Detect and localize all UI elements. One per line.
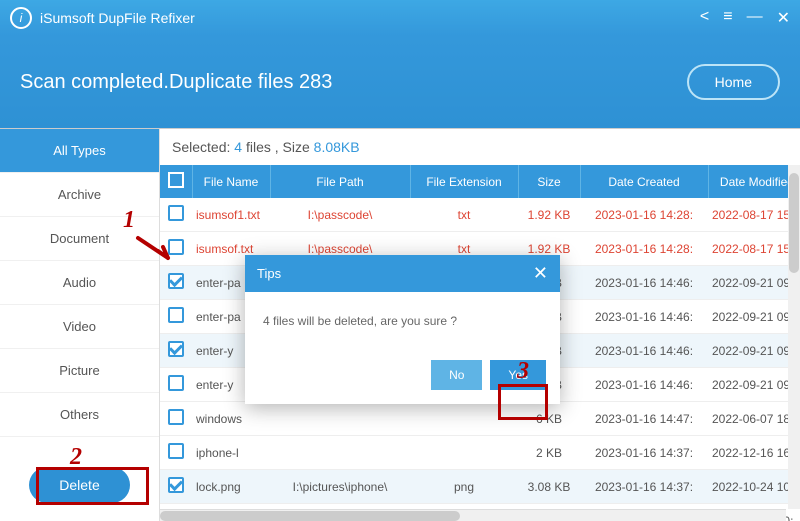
cell-ext (410, 402, 518, 436)
horizontal-scrollbar[interactable] (160, 509, 786, 521)
dialog-no-button[interactable]: No (431, 360, 482, 390)
select-all-checkbox[interactable] (168, 172, 184, 188)
row-checkbox[interactable] (168, 205, 184, 221)
cell-size: 1.92 KB (518, 198, 580, 232)
cell-ext: txt (410, 198, 518, 232)
cell-ext (410, 436, 518, 470)
row-checkbox[interactable] (168, 477, 184, 493)
status-bar: Scan completed.Duplicate files 283 Home (0, 36, 800, 128)
cell-created: 2023-01-16 14:46: (580, 368, 708, 402)
dialog-close-icon[interactable]: ✕ (533, 263, 548, 284)
cell-modified: 2022-09-21 09: (708, 334, 800, 368)
row-checkbox[interactable] (168, 375, 184, 391)
cell-modified: 2022-08-17 15: (708, 198, 800, 232)
cell-path (270, 402, 410, 436)
sidebar-item-audio[interactable]: Audio (0, 261, 159, 305)
table-row[interactable]: windows 6 KB2023-01-16 14:47:2022-06-07 1… (160, 402, 800, 436)
app-title: iSumsoft DupFile Refixer (40, 10, 700, 26)
selected-prefix: Selected: (172, 139, 234, 155)
window-controls: < ≡ — ✕ (700, 8, 790, 28)
dialog-title-text: Tips (257, 266, 281, 281)
cell-filename: windows (192, 402, 270, 436)
selected-count: 4 (234, 139, 242, 155)
sidebar-item-video[interactable]: Video (0, 305, 159, 349)
col-ext[interactable]: File Extension (410, 165, 518, 198)
row-checkbox[interactable] (168, 273, 184, 289)
dialog-titlebar: Tips ✕ (245, 255, 560, 292)
selected-middle: files , Size (242, 139, 314, 155)
col-modified[interactable]: Date Modified (708, 165, 800, 198)
cell-created: 2023-01-16 14:46: (580, 300, 708, 334)
row-checkbox[interactable] (168, 239, 184, 255)
cell-modified: 2022-06-07 18: (708, 402, 800, 436)
cell-path: I:\passcode\ (270, 198, 410, 232)
table-header-row: File Name File Path File Extension Size … (160, 165, 800, 198)
sidebar-item-picture[interactable]: Picture (0, 349, 159, 393)
cell-modified: 2022-08-17 15: (708, 232, 800, 266)
cell-created: 2023-01-16 14:46: (580, 266, 708, 300)
cell-path (270, 436, 410, 470)
scan-status-text: Scan completed.Duplicate files 283 (20, 71, 687, 94)
cell-created: 2023-01-16 14:28: (580, 232, 708, 266)
cell-modified: 2022-12-16 16: (708, 436, 800, 470)
table-row[interactable]: iphone-l 2 KB2023-01-16 14:37:2022-12-16 … (160, 436, 800, 470)
close-icon[interactable]: ✕ (777, 8, 790, 28)
confirm-dialog: Tips ✕ 4 files will be deleted, are you … (245, 255, 560, 404)
app-logo-icon: i (10, 7, 32, 29)
row-checkbox[interactable] (168, 307, 184, 323)
menu-icon[interactable]: ≡ (723, 8, 732, 28)
share-icon[interactable]: < (700, 8, 709, 28)
header-checkbox-cell[interactable] (160, 165, 192, 198)
cell-modified: 2022-09-21 09: (708, 368, 800, 402)
sidebar-item-all-types[interactable]: All Types (0, 129, 159, 173)
sidebar-item-archive[interactable]: Archive (0, 173, 159, 217)
dialog-message: 4 files will be deleted, are you sure ? (245, 292, 560, 350)
table-row[interactable]: isumsof1.txtI:\passcode\txt1.92 KB2023-0… (160, 198, 800, 232)
selection-summary: Selected: 4 files , Size 8.08KB (160, 129, 800, 165)
selected-size: 8.08KB (314, 139, 360, 155)
delete-button[interactable]: Delete (29, 467, 129, 503)
col-filepath[interactable]: File Path (270, 165, 410, 198)
vertical-scrollbar[interactable] (788, 165, 800, 509)
cell-modified: 2022-10-24 10: (708, 470, 800, 504)
home-button[interactable]: Home (687, 64, 780, 100)
row-checkbox[interactable] (168, 341, 184, 357)
cell-modified: 2022-09-21 09: (708, 300, 800, 334)
cell-path: I:\pictures\iphone\ (270, 470, 410, 504)
sidebar: All TypesArchiveDocumentAudioVideoPictur… (0, 129, 160, 521)
cell-created: 2023-01-16 14:47: (580, 402, 708, 436)
minimize-icon[interactable]: — (747, 8, 763, 28)
col-size[interactable]: Size (518, 165, 580, 198)
row-checkbox[interactable] (168, 443, 184, 459)
titlebar: i iSumsoft DupFile Refixer < ≡ — ✕ (0, 0, 800, 36)
row-checkbox[interactable] (168, 409, 184, 425)
cell-created: 2023-01-16 14:37: (580, 470, 708, 504)
cell-modified: 2022-09-21 09: (708, 266, 800, 300)
cell-created: 2023-01-16 14:46: (580, 334, 708, 368)
dialog-yes-button[interactable]: Yes (490, 360, 546, 390)
cell-filename: iphone-l (192, 436, 270, 470)
cell-size: 6 KB (518, 402, 580, 436)
cell-filename: isumsof1.txt (192, 198, 270, 232)
sidebar-item-document[interactable]: Document (0, 217, 159, 261)
cell-size: 3.08 KB (518, 470, 580, 504)
col-created[interactable]: Date Created (580, 165, 708, 198)
dialog-footer: No Yes (245, 350, 560, 404)
cell-created: 2023-01-16 14:28: (580, 198, 708, 232)
table-row[interactable]: lock.pngI:\pictures\iphone\png3.08 KB202… (160, 470, 800, 504)
sidebar-item-others[interactable]: Others (0, 393, 159, 437)
cell-ext: png (410, 470, 518, 504)
col-filename[interactable]: File Name (192, 165, 270, 198)
cell-filename: lock.png (192, 470, 270, 504)
cell-size: 2 KB (518, 436, 580, 470)
cell-created: 2023-01-16 14:37: (580, 436, 708, 470)
